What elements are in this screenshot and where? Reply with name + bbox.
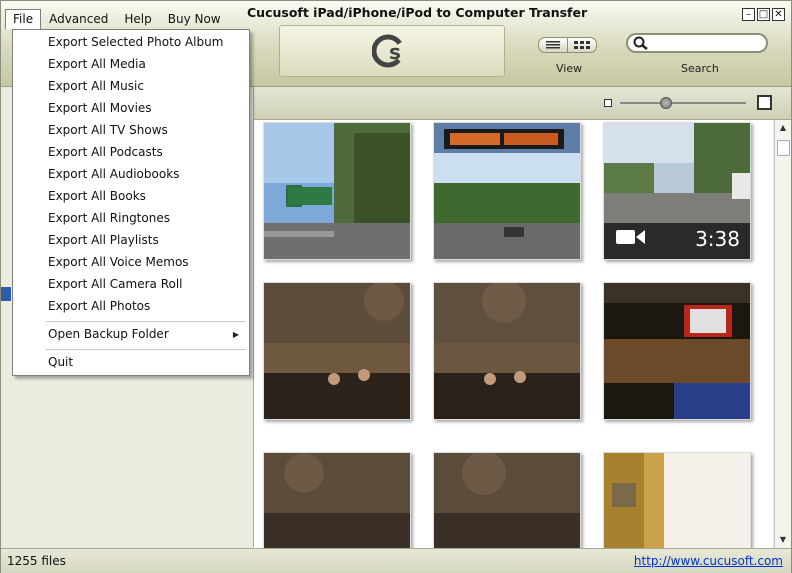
file-count: 1255 files: [7, 554, 66, 568]
menu-export-all-voice-memos[interactable]: Export All Voice Memos: [48, 251, 189, 273]
menu-quit[interactable]: Quit: [48, 351, 73, 373]
view-toggle: [538, 37, 597, 53]
photo-hotel-window: [604, 453, 750, 548]
menu-export-all-tv-shows[interactable]: Export All TV Shows: [48, 119, 168, 141]
search-label: Search: [681, 62, 719, 75]
cs-logo-icon: s: [372, 34, 405, 68]
menu-export-all-playlists[interactable]: Export All Playlists: [48, 229, 159, 251]
menu-export-all-audiobooks[interactable]: Export All Audiobooks: [48, 163, 179, 185]
photo-grid: 3:38: [254, 120, 773, 548]
photo-food-court: [264, 283, 410, 419]
video-duration: 3:38: [695, 227, 740, 251]
menu-export-all-camera-roll[interactable]: Export All Camera Roll: [48, 273, 183, 295]
menu-separator: [46, 321, 246, 322]
menu-export-all-books[interactable]: Export All Books: [48, 185, 146, 207]
status-bar: 1255 files http://www.cucusoft.com: [1, 548, 791, 573]
app-logo: s: [279, 25, 505, 77]
submenu-arrow-icon: ▶: [232, 330, 239, 339]
minimize-icon[interactable]: –: [742, 8, 755, 21]
grid-view-icon: [574, 41, 590, 49]
photo-restaurant-counter: [604, 283, 750, 419]
window-title: Cucusoft iPad/iPhone/iPod to Computer Tr…: [247, 5, 588, 20]
selected-album-marker: [1, 287, 11, 301]
file-menu-dropdown: Export Selected Photo Album Export All M…: [12, 29, 250, 376]
search-input[interactable]: [654, 36, 766, 52]
menu-bar: File Advanced Help Buy Now: [5, 9, 229, 29]
list-view-button[interactable]: [538, 37, 568, 53]
menu-buy-now[interactable]: Buy Now: [160, 9, 229, 29]
scroll-down-icon[interactable]: ▼: [775, 532, 791, 548]
photo-overpass-sign: [434, 123, 580, 259]
maximize-icon[interactable]: □: [757, 8, 770, 21]
menu-export-all-media[interactable]: Export All Media: [48, 53, 146, 75]
search-box: [626, 33, 768, 53]
search-icon: [633, 36, 649, 53]
menu-advanced[interactable]: Advanced: [41, 9, 116, 29]
video-camera-icon: [616, 228, 646, 249]
list-view-icon: [546, 41, 560, 49]
menu-export-all-ringtones[interactable]: Export All Ringtones: [48, 207, 170, 229]
photo-thumbnail[interactable]: [433, 282, 581, 420]
photo-food-court-4: [434, 453, 580, 548]
close-icon[interactable]: ✕: [772, 8, 785, 21]
svg-text:s: s: [389, 40, 401, 64]
thumbnail-toolbar: [254, 87, 791, 120]
grid-view-button[interactable]: [568, 37, 597, 53]
menu-separator: [46, 349, 246, 350]
zoom-out-icon[interactable]: [604, 99, 612, 107]
photo-thumbnail[interactable]: [603, 452, 751, 548]
photo-highway-signs: [264, 123, 410, 259]
menu-export-selected-photo-album[interactable]: Export Selected Photo Album: [48, 31, 223, 53]
zoom-slider-track[interactable]: [620, 102, 746, 104]
photo-food-court-2: [434, 283, 580, 419]
view-label: View: [556, 62, 583, 75]
photo-thumbnail[interactable]: [263, 122, 411, 260]
website-link[interactable]: http://www.cucusoft.com: [634, 554, 783, 568]
photo-thumbnail[interactable]: [433, 122, 581, 260]
menu-help[interactable]: Help: [116, 9, 159, 29]
window-controls: – □ ✕: [742, 8, 785, 21]
menu-export-all-photos[interactable]: Export All Photos: [48, 295, 150, 317]
menu-export-all-movies[interactable]: Export All Movies: [48, 97, 152, 119]
photo-food-court-3: [264, 453, 410, 548]
photo-thumbnail[interactable]: [263, 452, 411, 548]
photo-thumbnail[interactable]: [263, 282, 411, 420]
menu-open-backup-folder[interactable]: Open Backup Folder: [48, 323, 243, 345]
zoom-in-icon[interactable]: [757, 95, 772, 110]
menu-file[interactable]: File: [5, 9, 42, 29]
zoom-slider-handle[interactable]: [660, 97, 672, 109]
scroll-up-icon[interactable]: ▲: [775, 120, 791, 136]
menu-export-all-podcasts[interactable]: Export All Podcasts: [48, 141, 163, 163]
menu-export-all-music[interactable]: Export All Music: [48, 75, 144, 97]
vertical-scrollbar[interactable]: ▲ ▼: [774, 120, 791, 548]
scroll-thumb[interactable]: [777, 140, 790, 156]
menu-open-backup-folder-label: Open Backup Folder: [48, 327, 169, 341]
photo-thumbnail[interactable]: [433, 452, 581, 548]
video-thumbnail[interactable]: 3:38: [603, 122, 751, 260]
app-window: File Advanced Help Buy Now Cucusoft iPad…: [0, 0, 792, 573]
photo-thumbnail[interactable]: [603, 282, 751, 420]
